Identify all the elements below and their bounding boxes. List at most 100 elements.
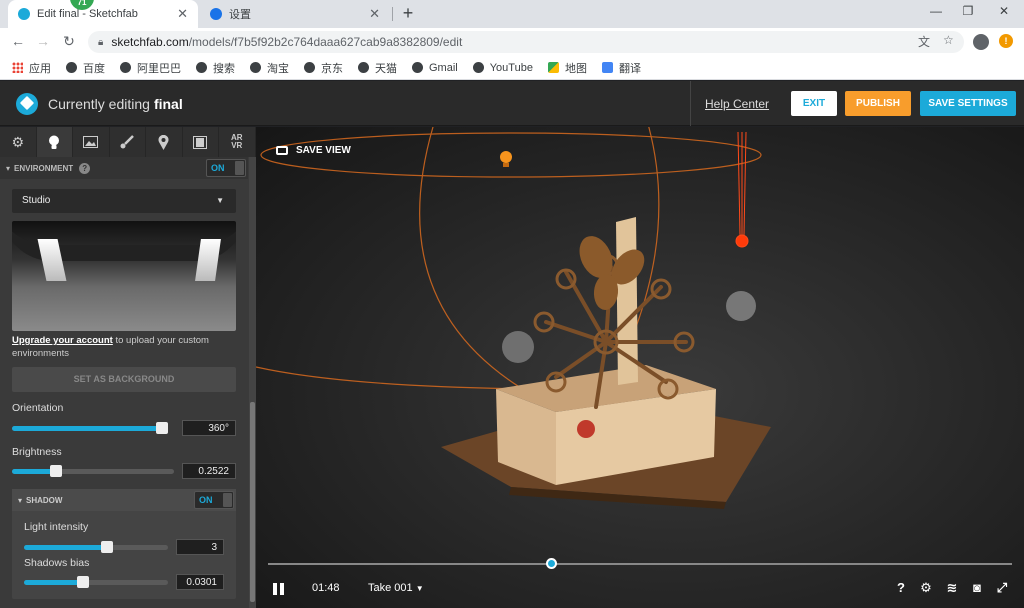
light-intensity-value[interactable]: 3 — [176, 539, 224, 555]
upgrade-account-link[interactable]: Upgrade your account — [12, 335, 113, 346]
minimize-icon[interactable]: — — [926, 4, 946, 18]
close-icon[interactable]: ✕ — [177, 6, 188, 22]
tab-animation[interactable] — [183, 127, 219, 157]
url-path: /models/f7b5f92b2c764daaa627cab9a8382809… — [188, 35, 463, 49]
bookmark-maps[interactable]: 地图 — [547, 60, 587, 76]
translate-icon[interactable]: 文 — [918, 33, 930, 50]
bookmark-tmall[interactable]: 天猫 — [358, 60, 397, 76]
back-icon[interactable]: ← — [9, 33, 27, 49]
browser-tabstrip: Edit final - Sketchfab ✕ 71 设置 ✕ + — ❐ ✕ — [0, 0, 1024, 28]
globe-icon — [120, 62, 131, 73]
toggle-knob — [223, 493, 232, 507]
bookmark-label: 京东 — [321, 62, 343, 75]
layers-icon[interactable]: ≋ — [944, 580, 960, 596]
help-icon[interactable]: ? — [79, 162, 91, 174]
settings-icon[interactable]: ⚙ — [918, 580, 934, 596]
preset-value: Studio — [22, 195, 51, 206]
tab-divider — [392, 7, 393, 21]
forward-icon[interactable]: → — [34, 33, 52, 49]
window-close-icon[interactable]: ✕ — [994, 4, 1014, 18]
bookmark-apps[interactable]: 应用 — [12, 60, 51, 76]
sketchfab-logo-icon[interactable] — [16, 93, 38, 115]
tab-general[interactable]: ⚙ — [0, 127, 37, 157]
bookmark-jd[interactable]: 京东 — [304, 60, 343, 76]
panel-scrollbar[interactable] — [249, 157, 256, 608]
take-label: Take 001 — [368, 582, 413, 594]
tab-postprocessing[interactable] — [110, 127, 146, 157]
image-icon — [83, 136, 99, 148]
bookmark-taobao[interactable]: 淘宝 — [250, 60, 289, 76]
help-center-link[interactable]: Help Center — [705, 97, 769, 111]
film-icon — [193, 135, 208, 149]
slider-handle[interactable] — [100, 541, 113, 553]
tab-settings[interactable]: 设置 ✕ — [200, 0, 390, 28]
bookmark-label: 地图 — [564, 62, 587, 75]
bookmark-baidu[interactable]: 百度 — [66, 60, 105, 76]
tab-annotations[interactable] — [146, 127, 183, 157]
scrollbar-thumb[interactable] — [250, 402, 255, 602]
exit-button[interactable]: EXIT — [791, 91, 837, 116]
pause-icon[interactable] — [273, 583, 284, 595]
player-controls: 01:48 Take 001 ▼ ? ⚙ ≋ ◙ ⤢ — [256, 573, 1024, 607]
fullscreen-icon[interactable]: ⤢ — [994, 580, 1010, 596]
vr-icon[interactable]: ◙ — [969, 580, 985, 595]
brightness-slider[interactable] — [12, 465, 174, 477]
help-icon[interactable]: ? — [893, 580, 909, 595]
light-probe-sphere[interactable] — [502, 331, 534, 363]
bookmark-label: 搜索 — [213, 62, 235, 75]
update-icon[interactable]: ! — [999, 34, 1013, 48]
star-icon[interactable]: ☆ — [943, 33, 954, 47]
shadows-bias-slider[interactable] — [24, 576, 168, 588]
shadows-bias-label: Shadows bias — [24, 557, 90, 569]
light-intensity-slider[interactable] — [24, 541, 168, 553]
light-probe-sphere[interactable] — [726, 291, 756, 321]
address-bar[interactable]: 🔒︎ sketchfab.com/models/f7b5f92b2c764daa… — [88, 31, 964, 53]
editing-title: Currently editing final — [48, 96, 183, 112]
tab-materials[interactable] — [73, 127, 110, 157]
reload-icon[interactable]: ↻ — [60, 33, 78, 50]
orientation-slider[interactable] — [12, 422, 168, 434]
bookmark-youtube[interactable]: YouTube — [472, 62, 533, 74]
close-icon[interactable]: ✕ — [369, 6, 380, 22]
slider-handle[interactable] — [77, 576, 90, 588]
slider-handle[interactable] — [156, 422, 168, 434]
model-scene[interactable] — [256, 127, 1024, 608]
orientation-value[interactable]: 360° — [182, 420, 236, 436]
sketchfab-favicon-icon — [18, 8, 30, 20]
save-view-button[interactable]: SAVE VIEW — [276, 145, 351, 156]
new-tab-icon[interactable]: + — [398, 3, 418, 24]
environment-preset-select[interactable]: Studio ▼ — [12, 189, 236, 213]
light-intensity-label: Light intensity — [24, 521, 89, 533]
panel-tabs: ⚙ AR VR — [0, 127, 256, 157]
take-selector[interactable]: Take 001 ▼ — [368, 582, 424, 594]
restore-icon[interactable]: ❐ — [958, 4, 978, 18]
save-settings-button[interactable]: SAVE SETTINGS — [920, 91, 1016, 116]
shadow-toggle[interactable]: ON — [194, 491, 234, 509]
animation-timeline[interactable] — [268, 558, 1012, 569]
tab-lighting[interactable] — [36, 127, 73, 157]
bookmark-translate[interactable]: 翻译 — [601, 60, 641, 76]
tab-sketchfab[interactable]: Edit final - Sketchfab ✕ — [8, 0, 198, 28]
bulb-light-icon[interactable] — [500, 151, 512, 167]
slider-handle[interactable] — [49, 465, 62, 477]
profile-avatar-icon[interactable] — [973, 34, 989, 50]
3d-viewport[interactable]: SAVE VIEW 01:48 Take 001 ▼ ? ⚙ ≋ ◙ ⤢ — [256, 127, 1024, 608]
publish-button[interactable]: PUBLISH — [845, 91, 911, 116]
bookmark-gmail[interactable]: Gmail — [412, 62, 458, 74]
shadows-bias-value[interactable]: 0.0301 — [176, 574, 224, 590]
bookmark-search[interactable]: 搜索 — [196, 60, 235, 76]
toggle-knob — [235, 161, 244, 175]
timeline-playhead[interactable] — [545, 558, 557, 569]
set-as-background-button[interactable]: SET AS BACKGROUND — [12, 367, 236, 392]
settings-panel: ⚙ ARVR ▾ ENVIRONMENT ? ON Studio ▼ Upgr — [0, 127, 256, 608]
directional-light-icon[interactable] — [735, 131, 749, 248]
lock-icon: 🔒︎ — [98, 36, 104, 48]
environment-toggle[interactable]: ON — [206, 159, 246, 177]
globe-icon — [196, 62, 207, 73]
tab-ar-vr[interactable]: AR VR — [219, 127, 256, 157]
brightness-value[interactable]: 0.2522 — [182, 463, 236, 479]
bookmark-alibaba[interactable]: 阿里巴巴 — [120, 60, 181, 76]
bookmark-label: 应用 — [29, 62, 51, 75]
maps-icon — [547, 62, 559, 73]
url-host: sketchfab.com — [111, 35, 189, 49]
